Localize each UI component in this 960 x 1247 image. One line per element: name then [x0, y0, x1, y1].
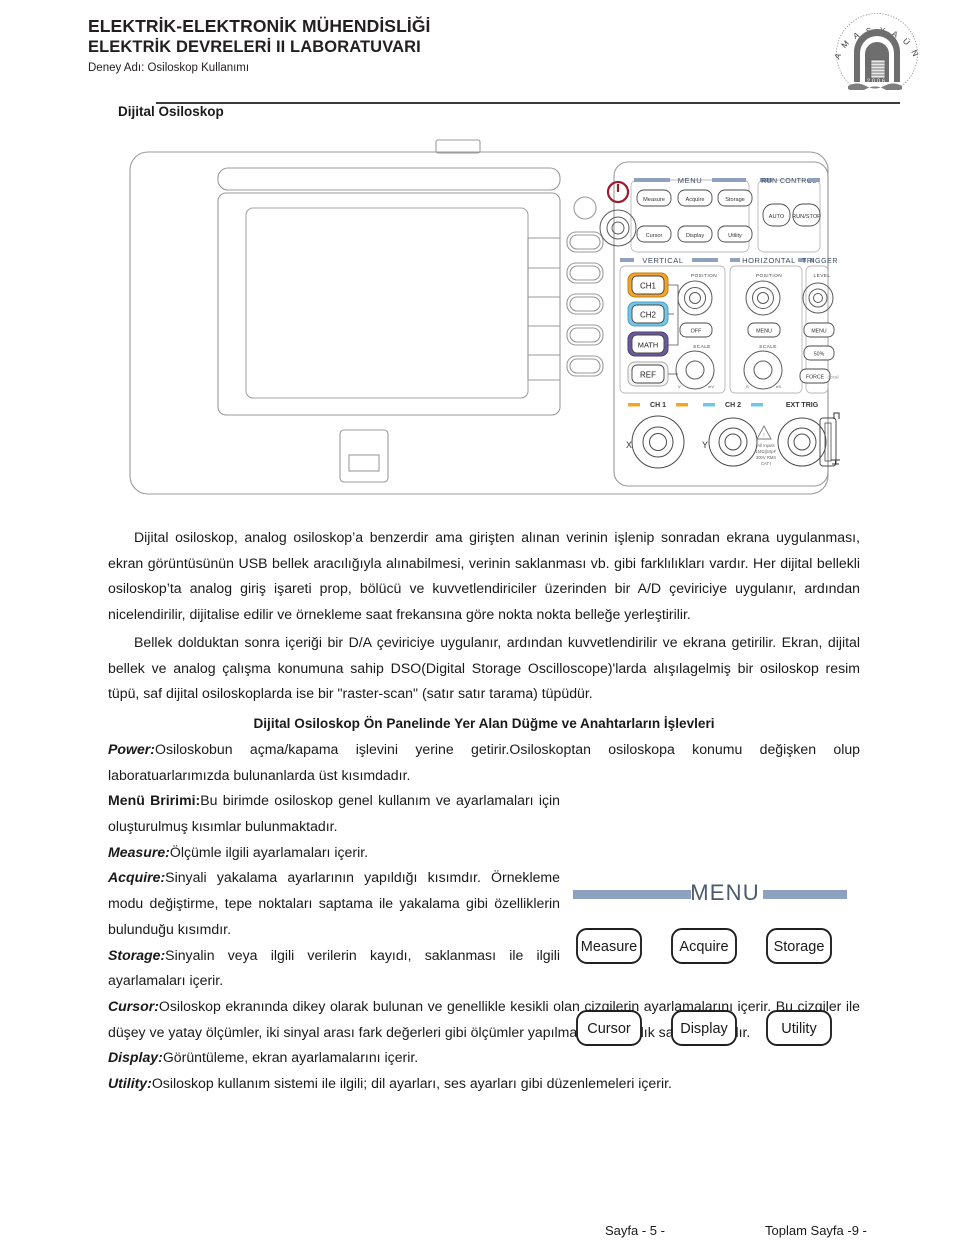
paragraph-utility: Utility:Osiloskop kullanım sistemi ile i… [108, 1071, 860, 1097]
svg-text:FORCE: FORCE [806, 375, 825, 381]
menu-figure-button-display: Display [680, 1021, 728, 1037]
svg-text:Local: Local [828, 375, 839, 380]
svg-text:Measure: Measure [643, 197, 665, 203]
paragraph-menu-unit: Menü Bririmi:Bu birimde osiloskop genel … [108, 788, 560, 839]
menu-figure-button-storage: Storage [774, 939, 825, 955]
paragraph-1: Dijital osiloskop, analog osiloskop’a be… [108, 529, 860, 623]
acquire-text: Sinyali yakalama ayarlarının yapıldığı k… [108, 869, 560, 937]
svg-text:LEVEL: LEVEL [814, 273, 831, 279]
section-title: Dijital Osiloskop [118, 104, 224, 119]
paragraph-acquire: Acquire:Sinyali yakalama ayarlarının yap… [108, 865, 560, 942]
scope-horizontal-controls: POSITION MENU SCALE S nS [743, 273, 783, 390]
page-header: ELEKTRİK-ELEKTRONİK MÜHENDİSLİĞİ ELEKTRİ… [78, 10, 930, 104]
display-label: Display: [108, 1049, 163, 1066]
svg-text:Storage: Storage [725, 197, 745, 203]
scope-channel-buttons: CH1 CH2 MATH REF [627, 272, 679, 387]
svg-text:1MΩ||15pF: 1MΩ||15pF [756, 449, 777, 454]
svg-text:mV: mV [708, 384, 714, 389]
svg-text:All Inputs: All Inputs [757, 443, 774, 448]
footer-page-number: Sayfa - 5 - [605, 1223, 665, 1238]
paragraph-power: Power:Osiloskobun açma/kapama işlevini y… [108, 737, 860, 788]
menu-unit-label: Menü Bririmi: [108, 792, 201, 809]
subsection-heading: Dijital Osiloskop Ön Panelinde Yer Alan … [253, 715, 715, 731]
svg-text:CH2: CH2 [640, 311, 657, 320]
svg-text:CH 1: CH 1 [650, 402, 666, 409]
svg-text:Utility: Utility [728, 233, 742, 239]
svg-text:CH 2: CH 2 [725, 402, 741, 409]
svg-text:300V RMS: 300V RMS [756, 455, 776, 460]
cursor-label: Cursor: [108, 997, 159, 1014]
header-line-3: Deney Adı: Osiloskop Kullanımı [88, 62, 250, 74]
svg-text:POSITION: POSITION [756, 273, 782, 279]
menu-figure-button-acquire: Acquire [679, 939, 728, 955]
header-title-block: ELEKTRİK-ELEKTRONİK MÜHENDİSLİĞİ ELEKTRİ… [88, 16, 431, 77]
svg-text:MENU: MENU [678, 176, 702, 185]
svg-text:nS: nS [776, 384, 781, 389]
svg-text:OFF: OFF [691, 329, 702, 335]
measure-label: Measure: [108, 843, 170, 860]
storage-label: Storage: [108, 946, 166, 963]
svg-text:X: X [626, 440, 632, 450]
acquire-label: Acquire: [108, 869, 166, 886]
svg-text:CH1: CH1 [640, 282, 657, 291]
svg-text:SCALE: SCALE [693, 344, 711, 350]
header-line-2: ELEKTRİK DEVRELERİ II LABORATUVARI [88, 38, 421, 56]
svg-text:AUTO: AUTO [769, 214, 785, 220]
paragraph-storage: Storage:Sinyalin veya ilgili verilerin k… [108, 943, 560, 994]
storage-text: Sinyalin veya ilgili verilerin kayıdı, s… [108, 946, 560, 989]
display-text: Görüntüleme, ekran ayarlamalarını içerir… [162, 1049, 419, 1066]
svg-text:Cursor: Cursor [646, 233, 663, 239]
utility-text: Osiloskop kullanım sistemi ile ilgili; d… [151, 1075, 672, 1092]
svg-text:Display: Display [686, 233, 705, 239]
scope-run-control-group: RUN CONTROL AUTO RUN/STOP [757, 178, 821, 253]
svg-text:50%: 50% [814, 352, 825, 358]
paragraph-measure: Measure:Ölçümle ilgili ayarlamaları içer… [108, 840, 560, 866]
scope-vertical-controls: POSITION OFF SCALE V mV [675, 273, 717, 390]
power-label: Power: [108, 740, 155, 757]
svg-text:MATH: MATH [638, 341, 658, 350]
svg-text:REF: REF [640, 371, 656, 380]
svg-text:MENU: MENU [811, 329, 827, 335]
header-line-1: ELEKTRİK-ELEKTRONİK MÜHENDİSLİĞİ [88, 16, 431, 36]
svg-text:TRIGGER: TRIGGER [802, 258, 838, 265]
menu-figure-button-cursor: Cursor [587, 1021, 631, 1037]
scope-input-connectors: CH 1 CH 2 EXT TRIG X Y ! All Inputs 1MΩ|… [626, 402, 840, 469]
menu-figure-title: MENU [690, 880, 760, 905]
paragraph-2: Bellek dolduktan sonra içeriği bir D/A ç… [108, 633, 860, 702]
scope-power-knob [606, 180, 630, 204]
svg-text:S: S [746, 384, 749, 389]
footer-total-pages: Toplam Sayfa -9 - [765, 1223, 867, 1238]
svg-text:CAT I: CAT I [761, 461, 771, 466]
svg-text:!: ! [763, 433, 764, 439]
svg-text:POSITION: POSITION [691, 273, 717, 279]
svg-text:SCALE: SCALE [759, 344, 777, 350]
svg-text:RUN/STOP: RUN/STOP [792, 214, 821, 220]
svg-text:V: V [678, 384, 681, 389]
svg-text:HORIZONTAL: HORIZONTAL [742, 256, 796, 265]
menu-figure-button-measure: Measure [581, 939, 637, 955]
oscilloscope-figure: MENU Measure Acquire Storage Cursor Disp… [118, 130, 840, 508]
svg-text:MENU: MENU [756, 329, 772, 335]
svg-text:VERTICAL: VERTICAL [642, 256, 683, 265]
logo-year: 2006 [867, 79, 887, 85]
amasya-universitesi-logo-icon: A M A S Y A Ü N İ V E R S İ T E S İ 2006 [824, 12, 930, 90]
document-page: ELEKTRİK-ELEKTRONİK MÜHENDİSLİĞİ ELEKTRİ… [0, 0, 960, 1247]
power-text: Osiloskobun açma/kapama işlevini yerine … [108, 740, 860, 783]
scope-menu-group: MENU Measure Acquire Storage Cursor Disp… [630, 176, 753, 253]
measure-text: Ölçümle ilgili ayarlamaları içerir. [169, 843, 369, 860]
svg-text:EXT TRIG: EXT TRIG [786, 402, 819, 409]
svg-text:Y: Y [702, 440, 708, 450]
menu-unit-figure: MENU Measure Acquire Storage Cursor Disp… [565, 875, 855, 1065]
menu-figure-button-utility: Utility [781, 1021, 817, 1037]
svg-text:Acquire: Acquire [686, 197, 705, 203]
header-divider [156, 102, 900, 104]
utility-label: Utility: [108, 1075, 152, 1092]
